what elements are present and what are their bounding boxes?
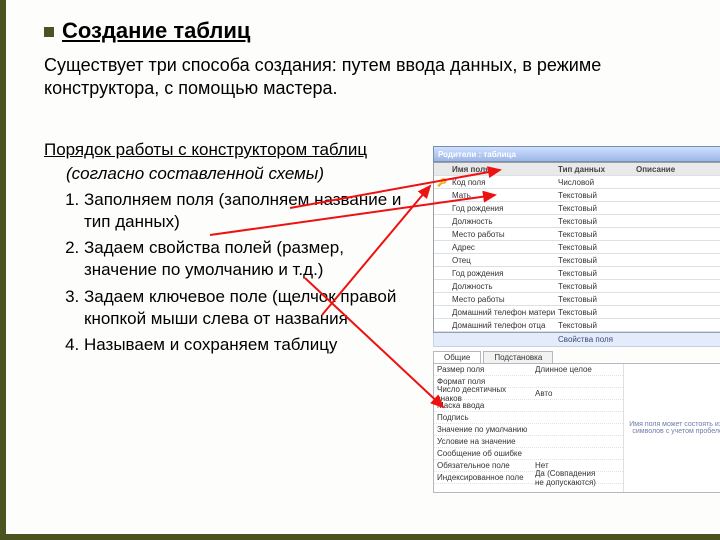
- cell-field-type: Числовой: [556, 178, 634, 187]
- property-row[interactable]: Сообщение об ошибке: [434, 448, 623, 460]
- body-left: Порядок работы с конструктором таблиц (с…: [44, 139, 404, 356]
- table-row[interactable]: Год рожденияТекстовый: [434, 202, 720, 215]
- property-row[interactable]: Индексированное полеДа (Совпадения не до…: [434, 472, 623, 484]
- table-row[interactable]: ДолжностьТекстовый: [434, 280, 720, 293]
- embedded-screenshot: Родители : таблица Имя поля Тип данных О…: [433, 146, 720, 526]
- property-key: Обязательное поле: [434, 461, 532, 470]
- property-panel: Размер поляДлинное целоеФормат поляЧисло…: [433, 363, 720, 493]
- property-key: Значение по умолчанию: [434, 425, 532, 434]
- property-key: Условие на значение: [434, 437, 532, 446]
- cell-field-type: Текстовый: [556, 204, 634, 213]
- cell-field-name: Код поля: [450, 178, 556, 187]
- property-row[interactable]: Размер поляДлинное целое: [434, 364, 623, 376]
- cell-field-name: Адрес: [450, 243, 556, 252]
- table-row[interactable]: ДолжностьТекстовый: [434, 215, 720, 228]
- cell-field-type: Текстовый: [556, 308, 634, 317]
- subheading-note: (согласно составленной схемы): [66, 163, 404, 185]
- window-titlebar: Родители : таблица: [433, 146, 720, 162]
- cell-field-name: Отец: [450, 256, 556, 265]
- cell-field-name: Год рождения: [450, 269, 556, 278]
- intro-text: Существует три способа создания: путем в…: [44, 54, 692, 99]
- property-row[interactable]: Значение по умолчанию: [434, 424, 623, 436]
- col-type: Тип данных: [556, 165, 634, 174]
- property-hint: Имя поля может состоять из 64 символов с…: [623, 364, 720, 492]
- table-row[interactable]: Место работыТекстовый: [434, 293, 720, 306]
- cell-field-type: Текстовый: [556, 282, 634, 291]
- cell-field-name: Место работы: [450, 295, 556, 304]
- table-row[interactable]: Домашний телефон материТекстовый: [434, 306, 720, 319]
- cell-field-name: Должность: [450, 282, 556, 291]
- property-key: Индексированное поле: [434, 473, 532, 482]
- cell-field-type: Текстовый: [556, 256, 634, 265]
- cell-field-name: Место работы: [450, 230, 556, 239]
- table-row[interactable]: МатьТекстовый: [434, 189, 720, 202]
- fields-grid: Имя поля Тип данных Описание 🔑Код поляЧи…: [433, 162, 720, 333]
- bullet-icon: [44, 27, 54, 37]
- cell-field-name: Год рождения: [450, 204, 556, 213]
- window-title-text: Родители : таблица: [438, 150, 516, 159]
- step-2: Задаем свойства полей (размер, значение …: [84, 237, 404, 281]
- primary-key-icon: 🔑: [437, 178, 447, 187]
- table-row[interactable]: АдресТекстовый: [434, 241, 720, 254]
- property-grid: Размер поляДлинное целоеФормат поляЧисло…: [434, 364, 623, 492]
- tab-lookup[interactable]: Подстановка: [483, 351, 553, 363]
- cell-field-type: Текстовый: [556, 230, 634, 239]
- col-desc: Описание: [634, 165, 720, 174]
- cell-field-name: Должность: [450, 217, 556, 226]
- cell-field-name: Домашний телефон матери: [450, 308, 556, 317]
- property-value: Авто: [532, 389, 605, 398]
- property-row[interactable]: Маска ввода: [434, 400, 623, 412]
- col-name: Имя поля: [450, 165, 556, 174]
- table-row[interactable]: Год рожденияТекстовый: [434, 267, 720, 280]
- cell-field-type: Текстовый: [556, 217, 634, 226]
- step-4: Называем и сохраняем таблицу: [84, 334, 404, 356]
- tab-general[interactable]: Общие: [433, 351, 481, 363]
- property-value: Да (Совпадения не допускаются): [532, 469, 605, 487]
- table-row[interactable]: Место работыТекстовый: [434, 228, 720, 241]
- property-value: Длинное целое: [532, 365, 605, 374]
- property-key: Число десятичных знаков: [434, 385, 532, 403]
- cell-field-type: Текстовый: [556, 243, 634, 252]
- property-row[interactable]: Число десятичных знаковАвто: [434, 388, 623, 400]
- slide-title: Создание таблиц: [44, 18, 692, 44]
- property-key: Маска ввода: [434, 401, 532, 410]
- table-row[interactable]: Домашний телефон отцаТекстовый: [434, 319, 720, 332]
- title-text: Создание таблиц: [62, 18, 250, 43]
- cell-field-type: Текстовый: [556, 191, 634, 200]
- property-tabs: Общие Подстановка: [433, 351, 720, 363]
- subheading: Порядок работы с конструктором таблиц: [44, 139, 404, 161]
- cell-field-name: Мать: [450, 191, 556, 200]
- cell-field-type: Текстовый: [556, 321, 634, 330]
- table-row[interactable]: 🔑Код поляЧисловой: [434, 176, 720, 189]
- steps-list: Заполняем поля (заполняем название и тип…: [66, 189, 404, 356]
- property-key: Размер поля: [434, 365, 532, 374]
- cell-field-type: Текстовый: [556, 295, 634, 304]
- step-3: Задаем ключевое поле (щелчок правой кноп…: [84, 286, 404, 330]
- table-row[interactable]: ОтецТекстовый: [434, 254, 720, 267]
- properties-panel-title: Свойства поля: [433, 333, 720, 347]
- property-row[interactable]: Условие на значение: [434, 436, 623, 448]
- property-key: Подпись: [434, 413, 532, 422]
- property-row[interactable]: Подпись: [434, 412, 623, 424]
- cell-field-type: Текстовый: [556, 269, 634, 278]
- step-1: Заполняем поля (заполняем название и тип…: [84, 189, 404, 233]
- property-key: Сообщение об ошибке: [434, 449, 532, 458]
- cell-field-name: Домашний телефон отца: [450, 321, 556, 330]
